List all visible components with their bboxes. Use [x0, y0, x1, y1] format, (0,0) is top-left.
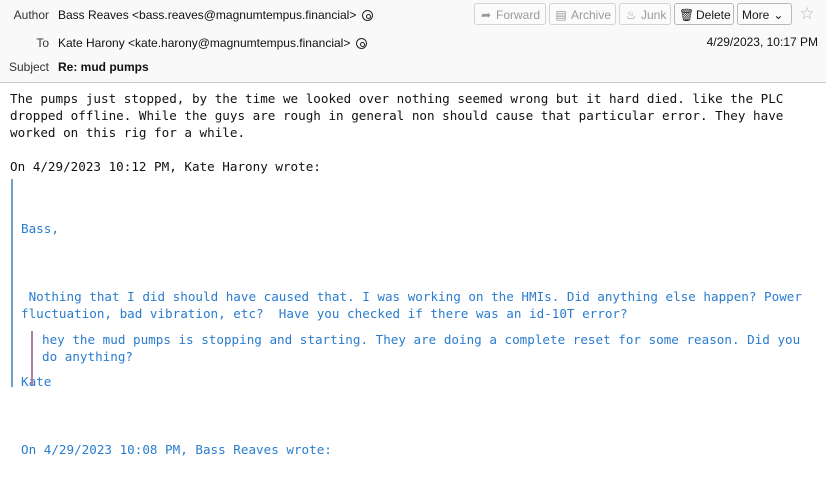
trash-icon: 🗑: [679, 8, 695, 22]
author-value[interactable]: Bass Reaves <bass.reaves@magnumtempus.fi…: [58, 8, 356, 22]
attribution-line: On 4/29/2023 10:12 PM, Kate Harony wrote…: [10, 159, 321, 174]
blockquote-level-2: hey the mud pumps is stopping and starti…: [31, 331, 813, 385]
forward-button[interactable]: ➦ Forward: [474, 3, 546, 25]
author-label: Author: [13, 8, 49, 22]
quote-body: Nothing that I did should have caused th…: [21, 289, 810, 321]
to-label: To: [36, 36, 49, 50]
archive-box-icon: ▤: [555, 8, 567, 22]
forward-arrow-icon: ➦: [480, 8, 492, 22]
message-body: The pumps just stopped, by the time we l…: [10, 90, 820, 175]
author-field[interactable]: Bass Reaves <bass.reaves@magnumtempus.fi…: [58, 5, 374, 25]
nested-quote-body: hey the mud pumps is stopping and starti…: [42, 332, 808, 364]
to-value[interactable]: Kate Harony <kate.harony@magnumtempus.fi…: [58, 36, 350, 50]
subject-value: Re: mud pumps: [58, 60, 149, 74]
more-button[interactable]: More ⌄: [737, 3, 792, 25]
contact-icon[interactable]: [362, 10, 374, 21]
chevron-down-icon: ⌄: [773, 8, 784, 22]
delete-button[interactable]: 🗑 Delete: [674, 3, 734, 25]
message-header: Author Bass Reaves <bass.reaves@magnumte…: [0, 0, 826, 83]
flame-icon: ♨: [625, 8, 637, 22]
subject-label: Subject: [8, 60, 49, 74]
message-toolbar: ➦ Forward ▤ Archive ♨ Junk 🗑 Delete More ⌄ ☆: [474, 3, 820, 27]
nested-attribution-line: On 4/29/2023 10:08 PM, Bass Reaves wrote…: [21, 442, 332, 457]
blockquote-level-1: Bass, Nothing that I did should have cau…: [11, 179, 819, 457]
junk-button[interactable]: ♨ Junk: [619, 3, 671, 25]
star-icon[interactable]: ☆: [798, 5, 816, 23]
reply-text: The pumps just stopped, by the time we l…: [10, 91, 791, 140]
archive-button[interactable]: ▤ Archive: [549, 3, 616, 25]
message-date: 4/29/2023, 10:17 PM: [706, 35, 818, 49]
to-field[interactable]: Kate Harony <kate.harony@magnumtempus.fi…: [58, 33, 368, 53]
quote-greeting: Bass,: [21, 221, 59, 236]
contact-icon[interactable]: [356, 38, 368, 49]
